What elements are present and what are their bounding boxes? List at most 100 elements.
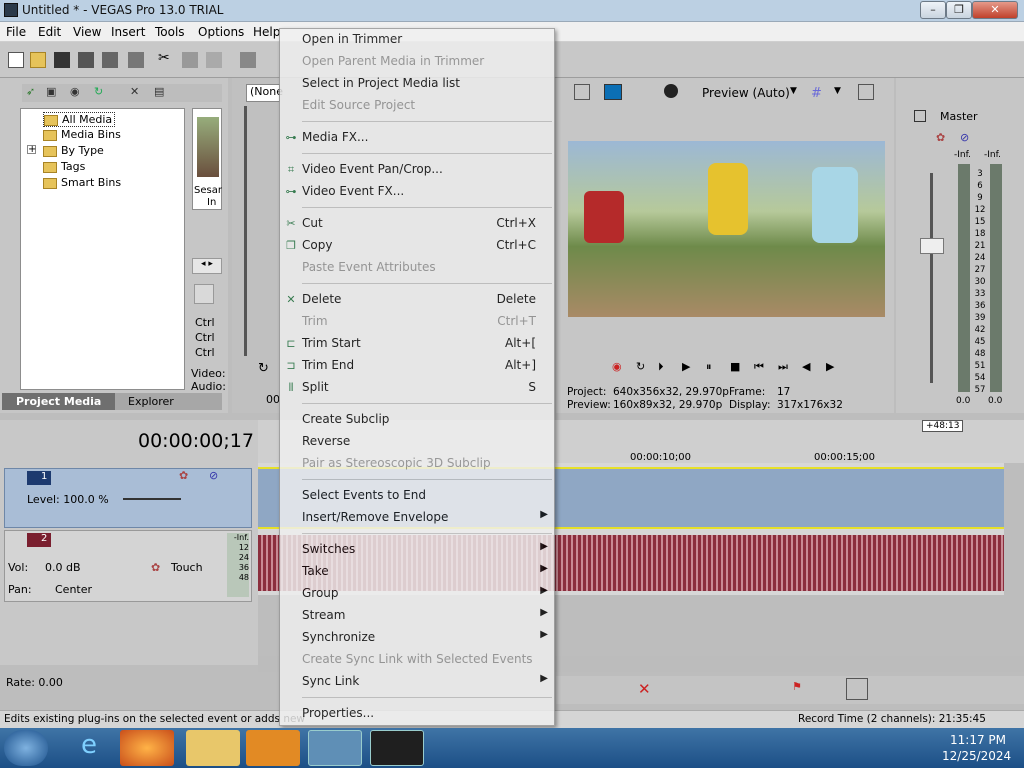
menu-item-video-event-pan-crop[interactable]: ⌗ Video Event Pan/Crop... xyxy=(280,159,554,181)
vegas-taskbar-icon[interactable] xyxy=(308,730,362,766)
menu-item-group[interactable]: Group ▶ xyxy=(280,583,554,605)
loop-icon[interactable]: ↻ xyxy=(258,361,269,376)
mute-icon[interactable]: ⊘ xyxy=(209,469,218,482)
audio-track-header[interactable]: 2 Vol: 0.0 dB ✿ Touch Pan: Center -Inf. … xyxy=(4,530,252,602)
capture-icon[interactable]: ▣ xyxy=(46,85,56,98)
normal-edit-tool-icon[interactable] xyxy=(846,678,868,700)
get-media-icon[interactable]: ◉ xyxy=(70,85,80,98)
go-to-start-icon[interactable]: ⏮ xyxy=(754,360,764,374)
internet-explorer-icon[interactable]: e xyxy=(62,730,116,766)
undo-icon[interactable] xyxy=(240,52,256,68)
media-thumbnail[interactable]: Sesar In xyxy=(192,108,222,210)
tree-item-media-bins[interactable]: Media Bins xyxy=(43,128,121,141)
menu-help[interactable]: Help xyxy=(253,25,280,39)
preview-quality-dropdown[interactable]: Preview (Auto) xyxy=(702,86,790,100)
tree-item-by-type[interactable]: By Type xyxy=(43,144,104,157)
tree-item-smart-bins[interactable]: Smart Bins xyxy=(43,176,121,189)
new-project-icon[interactable] xyxy=(8,52,24,68)
menu-item-synchronize[interactable]: Synchronize ▶ xyxy=(280,627,554,649)
go-to-end-icon[interactable]: ⏭ xyxy=(778,360,788,374)
automation-mode[interactable]: Touch xyxy=(171,561,203,574)
expand-icon[interactable]: + xyxy=(27,145,36,155)
copy-snapshot-icon[interactable] xyxy=(858,84,874,100)
record-icon[interactable]: ◉ xyxy=(612,360,622,373)
track-fx-icon[interactable]: ✿ xyxy=(179,469,188,482)
media-properties-icon[interactable]: ▤ xyxy=(154,85,164,98)
menu-options[interactable]: Options xyxy=(198,25,244,39)
open-icon[interactable] xyxy=(30,52,46,68)
master-fader[interactable] xyxy=(920,238,944,254)
delete-icon[interactable]: ✕ xyxy=(638,680,651,698)
menu-item-open-in-trimmer[interactable]: Open in Trimmer xyxy=(280,29,554,51)
remove-icon[interactable]: ✕ xyxy=(130,85,139,98)
save-icon[interactable] xyxy=(54,52,70,68)
menu-item-take[interactable]: Take ▶ xyxy=(280,561,554,583)
media-player-icon[interactable] xyxy=(246,730,300,766)
video-track-header[interactable]: 1 ✿ ⊘ Level: 100.0 % xyxy=(4,468,252,528)
properties-icon[interactable] xyxy=(128,52,144,68)
start-button[interactable] xyxy=(4,730,48,766)
overlays-icon[interactable]: # xyxy=(811,86,822,101)
fx-icon[interactable]: ✿ xyxy=(936,131,945,144)
menu-item-reverse[interactable]: Reverse xyxy=(280,431,554,453)
tree-item-tags[interactable]: Tags xyxy=(43,160,85,173)
track-fx-icon[interactable]: ✿ xyxy=(151,561,160,574)
cut-icon[interactable]: ✂ xyxy=(158,50,174,66)
menu-item-select-events-to-end[interactable]: Select Events to End xyxy=(280,485,554,507)
menu-tools[interactable]: Tools xyxy=(155,25,185,39)
menu-item-select-in-project-media-list[interactable]: Select in Project Media list xyxy=(280,73,554,95)
menu-item-cut[interactable]: ✂ Cut Ctrl+X xyxy=(280,213,554,235)
trimmer-dropdown[interactable]: (None xyxy=(246,84,283,102)
loop-playback-icon[interactable]: ↻ xyxy=(636,360,645,373)
pause-icon[interactable]: ⏸ xyxy=(706,360,712,374)
menu-item-copy[interactable]: ❐ Copy Ctrl+C xyxy=(280,235,554,257)
firefox-icon[interactable] xyxy=(120,730,174,766)
external-monitor-icon[interactable] xyxy=(604,84,622,100)
menu-item-properties[interactable]: Properties... xyxy=(280,703,554,725)
mute-icon[interactable]: ⊘ xyxy=(960,131,969,144)
tab-explorer[interactable]: Explorer xyxy=(114,393,188,410)
menu-item-media-fx[interactable]: ⊶ Media FX... xyxy=(280,127,554,149)
file-explorer-icon[interactable] xyxy=(186,730,240,766)
menu-insert[interactable]: Insert xyxy=(111,25,145,39)
menu-edit[interactable]: Edit xyxy=(38,25,61,39)
menu-item-split[interactable]: ⦀ Split S xyxy=(280,377,554,399)
marker-icon[interactable]: ⚑ xyxy=(792,680,802,693)
play-from-start-icon[interactable]: ⏵ xyxy=(658,360,664,374)
stop-icon[interactable]: ■ xyxy=(730,360,740,373)
preview-fx-icon[interactable] xyxy=(664,84,678,98)
menu-item-create-subclip[interactable]: Create Subclip xyxy=(280,409,554,431)
level-slider[interactable] xyxy=(123,498,181,500)
prev-frame-icon[interactable]: ◀ xyxy=(802,360,810,373)
refresh-icon[interactable]: ↻ xyxy=(94,85,103,98)
minimize-button[interactable]: – xyxy=(920,1,946,19)
menu-item-trim-end[interactable]: ⊐ Trim End Alt+] xyxy=(280,355,554,377)
frame-label: Frame: xyxy=(729,386,766,398)
chevron-down-icon[interactable]: ▼ xyxy=(790,86,797,96)
menu-file[interactable]: File xyxy=(6,25,26,39)
meter-left xyxy=(958,164,970,392)
menu-item-stream[interactable]: Stream ▶ xyxy=(280,605,554,627)
restore-button[interactable]: ❐ xyxy=(946,1,972,19)
render-icon[interactable] xyxy=(102,52,118,68)
menu-item-sync-link[interactable]: Sync Link ▶ xyxy=(280,671,554,693)
menu-item-switches[interactable]: Switches ▶ xyxy=(280,539,554,561)
chevron-down-icon[interactable]: ▼ xyxy=(834,86,841,96)
close-button[interactable]: ✕ xyxy=(972,1,1018,19)
next-frame-icon[interactable]: ▶ xyxy=(826,360,834,373)
preview-properties-icon[interactable] xyxy=(574,84,590,100)
save-as-icon[interactable] xyxy=(78,52,94,68)
menu-item-insert-remove-envelope[interactable]: Insert/Remove Envelope ▶ xyxy=(280,507,554,529)
tab-project-media[interactable]: Project Media xyxy=(2,393,116,410)
scroll-arrows[interactable]: ◂ ▸ xyxy=(192,258,222,274)
menu-view[interactable]: View xyxy=(73,25,101,39)
film-app-icon[interactable] xyxy=(370,730,424,766)
tree-item-all-media[interactable]: All Media xyxy=(43,112,116,127)
menu-item-video-event-fx[interactable]: ⊶ Video Event FX... xyxy=(280,181,554,203)
paste-icon[interactable] xyxy=(206,52,222,68)
import-media-icon[interactable]: ➶ xyxy=(26,85,35,98)
play-icon[interactable]: ▶ xyxy=(682,360,690,373)
menu-item-delete[interactable]: ✕ Delete Delete xyxy=(280,289,554,311)
menu-item-trim-start[interactable]: ⊏ Trim Start Alt+[ xyxy=(280,333,554,355)
copy-icon[interactable] xyxy=(182,52,198,68)
